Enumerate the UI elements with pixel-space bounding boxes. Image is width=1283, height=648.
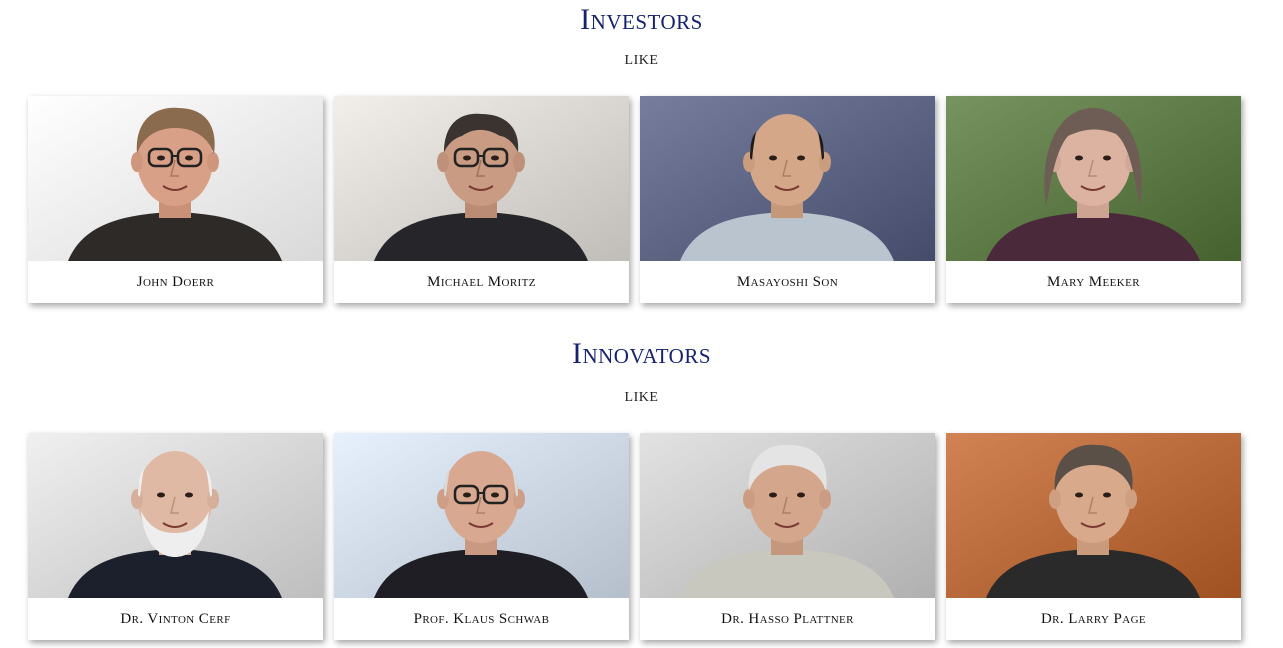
person-photo [640, 96, 935, 261]
innovator-cards: Dr. Vinton Cerf Prof. Klaus Schwab Dr. H… [28, 433, 1242, 640]
section-subtitle-investors: like [624, 47, 659, 69]
person-photo [640, 433, 935, 598]
portrait-image [28, 96, 323, 261]
person-name: Michael Moritz [427, 274, 536, 290]
person-name: Dr. Hasso Plattner [721, 611, 854, 627]
investors-section: Investors like John Doerr Michael Moritz… [0, 0, 1283, 320]
person-name: Dr. Larry Page [1040, 611, 1147, 627]
innovators-section: Innovators like Dr. Vinton Cerf Prof. Kl… [0, 320, 1283, 648]
portrait-image [946, 433, 1241, 598]
portrait-image [334, 433, 629, 598]
portrait-image [334, 96, 629, 261]
portrait-image [946, 96, 1241, 261]
person-card[interactable]: Dr. Larry Page [946, 433, 1241, 640]
person-name: John Doerr [136, 274, 215, 290]
person-photo [334, 433, 629, 598]
person-card[interactable]: Masayoshi Son [640, 96, 935, 303]
section-subtitle-innovators: like [624, 384, 659, 406]
person-photo [334, 96, 629, 261]
person-name: Dr. Vinton Cerf [120, 611, 231, 627]
person-photo [28, 96, 323, 261]
person-card[interactable]: Prof. Klaus Schwab [334, 433, 629, 640]
portrait-image [28, 433, 323, 598]
person-card[interactable]: Dr. Hasso Plattner [640, 433, 935, 640]
person-photo [946, 433, 1241, 598]
person-card[interactable]: Dr. Vinton Cerf [28, 433, 323, 640]
person-name: Mary Meeker [1047, 274, 1140, 290]
portrait-image [640, 433, 935, 598]
person-name: Prof. Klaus Schwab [413, 611, 550, 627]
investor-cards: John Doerr Michael Moritz Masayoshi Son … [28, 96, 1242, 303]
person-photo [28, 433, 323, 598]
section-title-investors: Investors [580, 3, 703, 36]
portrait-image [640, 96, 935, 261]
section-title-innovators: Innovators [571, 337, 712, 370]
person-name: Masayoshi Son [736, 274, 839, 290]
person-card[interactable]: John Doerr [28, 96, 323, 303]
person-photo [946, 96, 1241, 261]
person-card[interactable]: Michael Moritz [334, 96, 629, 303]
person-card[interactable]: Mary Meeker [946, 96, 1241, 303]
